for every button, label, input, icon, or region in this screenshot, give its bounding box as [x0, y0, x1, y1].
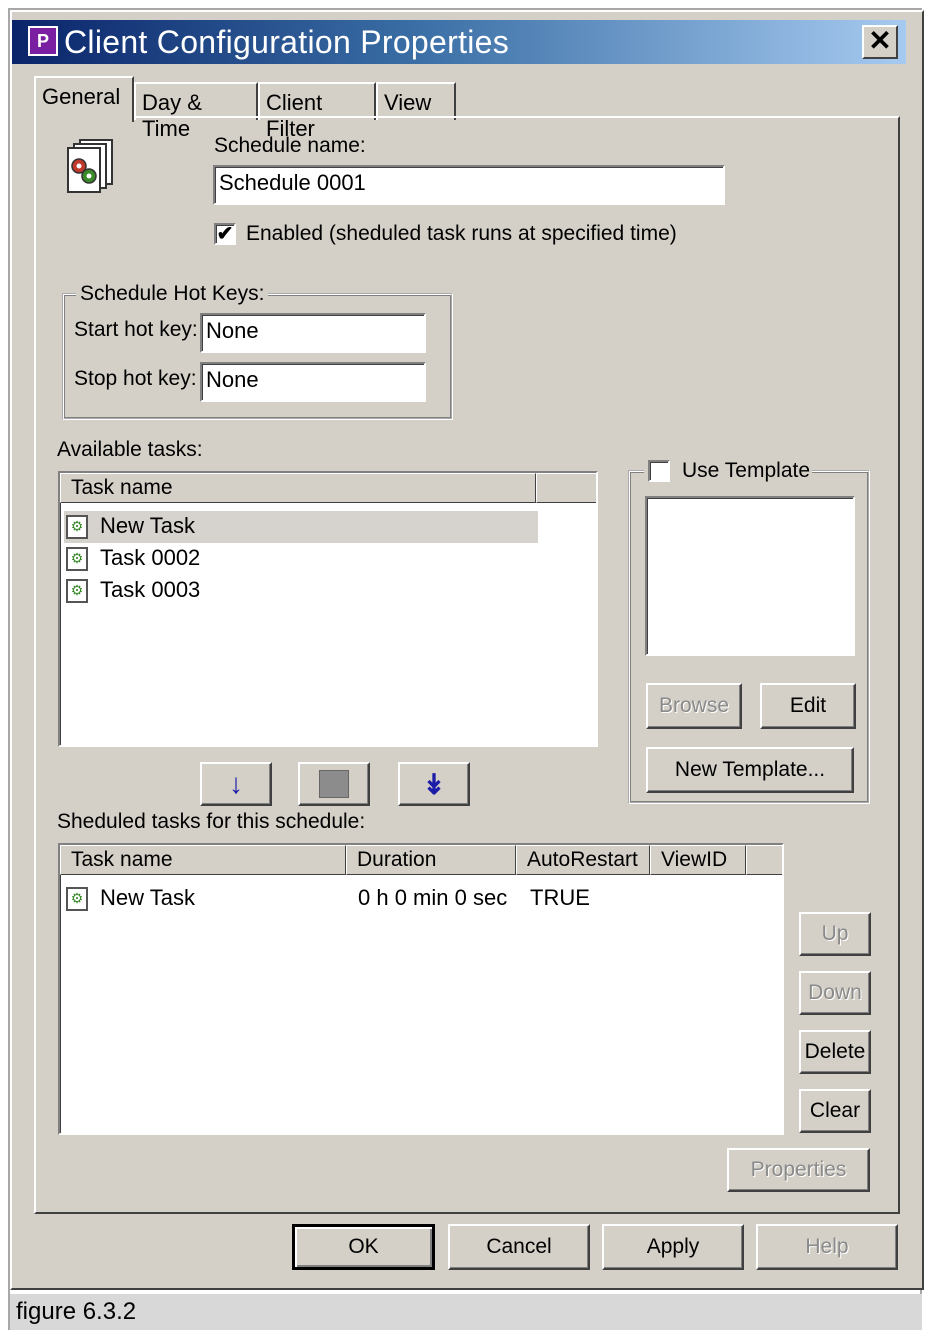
new-template-button[interactable]: New Template...	[646, 747, 854, 793]
help-button[interactable]: Help	[756, 1224, 898, 1270]
up-button[interactable]: Up	[799, 912, 871, 956]
task-icon: ⚙	[66, 515, 88, 539]
use-template-checkbox[interactable]	[648, 460, 670, 482]
column-header-filler	[746, 845, 782, 875]
list-item[interactable]: ⚙ Task 0003	[64, 575, 538, 607]
stop-button[interactable]	[298, 762, 370, 806]
checkmark-icon: ✔	[216, 223, 234, 245]
list-item[interactable]: ⚙ New Task	[64, 511, 538, 543]
button-label: Properties	[750, 1158, 847, 1181]
task-icon: ⚙	[66, 547, 88, 571]
template-preview	[645, 496, 855, 656]
button-label: Apply	[646, 1235, 700, 1258]
column-header-viewid[interactable]: ViewID	[650, 845, 746, 875]
button-label: Up	[821, 922, 849, 945]
edit-button[interactable]: Edit	[760, 683, 856, 729]
start-hotkey-label: Start hot key:	[74, 318, 198, 341]
schedule-name-input[interactable]: Schedule 0001	[213, 165, 725, 205]
schedule-gears-icon	[66, 138, 114, 194]
title-bar[interactable]: P Client Configuration Properties ✕	[12, 20, 906, 64]
apply-button[interactable]: Apply	[602, 1224, 744, 1270]
button-label: Help	[805, 1235, 849, 1258]
double-arrow-down-icon: ↡	[422, 768, 446, 800]
enabled-label: Enabled (sheduled task runs at specified…	[246, 222, 677, 245]
task-autorestart: TRUE	[530, 885, 590, 910]
task-name: New Task	[100, 513, 195, 538]
properties-button[interactable]: Properties	[727, 1148, 870, 1192]
column-header-task-name[interactable]: Task name	[60, 845, 346, 875]
stop-hotkey-input[interactable]: None	[200, 362, 426, 402]
column-header-filler	[536, 473, 596, 503]
stop-hotkey-label: Stop hot key:	[74, 367, 197, 390]
available-tasks-list[interactable]: Task name ⚙ New Task ⚙ Task 0002 ⚙ Task …	[58, 471, 598, 747]
window-title: Client Configuration Properties	[64, 24, 510, 60]
button-label: Browse	[658, 694, 730, 717]
cancel-button[interactable]: Cancel	[448, 1224, 590, 1270]
button-label: New Template...	[674, 758, 826, 781]
task-icon: ⚙	[66, 887, 88, 911]
start-hotkey-input[interactable]: None	[200, 313, 426, 353]
stop-square-icon	[319, 770, 349, 798]
app-icon: P	[28, 26, 58, 56]
button-label: OK	[348, 1235, 379, 1258]
hotkeys-group-title: Schedule Hot Keys:	[76, 282, 269, 306]
arrow-down-icon: ↓	[229, 768, 243, 799]
schedule-name-label: Schedule name:	[214, 134, 366, 157]
column-header-task-name[interactable]: Task name	[60, 473, 536, 503]
browse-button[interactable]: Browse	[646, 683, 742, 729]
list-item[interactable]: ⚙ Task 0002	[64, 543, 538, 575]
down-button[interactable]: Down	[799, 971, 871, 1015]
column-header-duration[interactable]: Duration	[346, 845, 516, 875]
ok-button[interactable]: OK	[292, 1224, 435, 1270]
delete-button[interactable]: Delete	[799, 1030, 871, 1074]
button-label: Cancel	[486, 1235, 552, 1258]
tab-label: View	[384, 90, 432, 115]
table-row[interactable]: ⚙ New Task 0 h 0 min 0 sec TRUE	[64, 883, 764, 915]
clear-button[interactable]: Clear	[799, 1089, 871, 1133]
tab-view[interactable]: View	[376, 82, 456, 120]
task-icon: ⚙	[66, 579, 88, 603]
close-button[interactable]: ✕	[862, 25, 898, 59]
scheduled-tasks-list[interactable]: Task name Duration AutoRestart ViewID ⚙ …	[58, 843, 784, 1135]
enabled-checkbox[interactable]: ✔	[214, 223, 236, 245]
figure-caption: figure 6.3.2	[10, 1294, 922, 1330]
button-label: Edit	[789, 694, 827, 717]
close-icon: ✕	[868, 25, 892, 56]
task-duration: 0 h 0 min 0 sec	[358, 885, 508, 910]
use-template-label: Use Template	[682, 459, 811, 482]
task-name: Task 0003	[100, 577, 201, 602]
button-label: Delete	[804, 1040, 866, 1063]
tab-day-time[interactable]: Day & Time	[134, 82, 258, 141]
available-tasks-label: Available tasks:	[57, 438, 203, 461]
add-task-button[interactable]: ↓	[200, 762, 272, 806]
tab-label: General	[42, 84, 121, 109]
tab-general[interactable]: General	[34, 76, 134, 122]
task-name: Task 0002	[100, 545, 201, 570]
button-label: Clear	[809, 1099, 861, 1122]
add-all-tasks-button[interactable]: ↡	[398, 762, 470, 806]
button-label: Down	[808, 981, 862, 1004]
column-header-autorestart[interactable]: AutoRestart	[516, 845, 650, 875]
scheduled-tasks-label: Sheduled tasks for this schedule:	[57, 810, 366, 833]
task-name: New Task	[100, 885, 195, 910]
tab-client-filter[interactable]: Client Filter	[258, 82, 376, 141]
